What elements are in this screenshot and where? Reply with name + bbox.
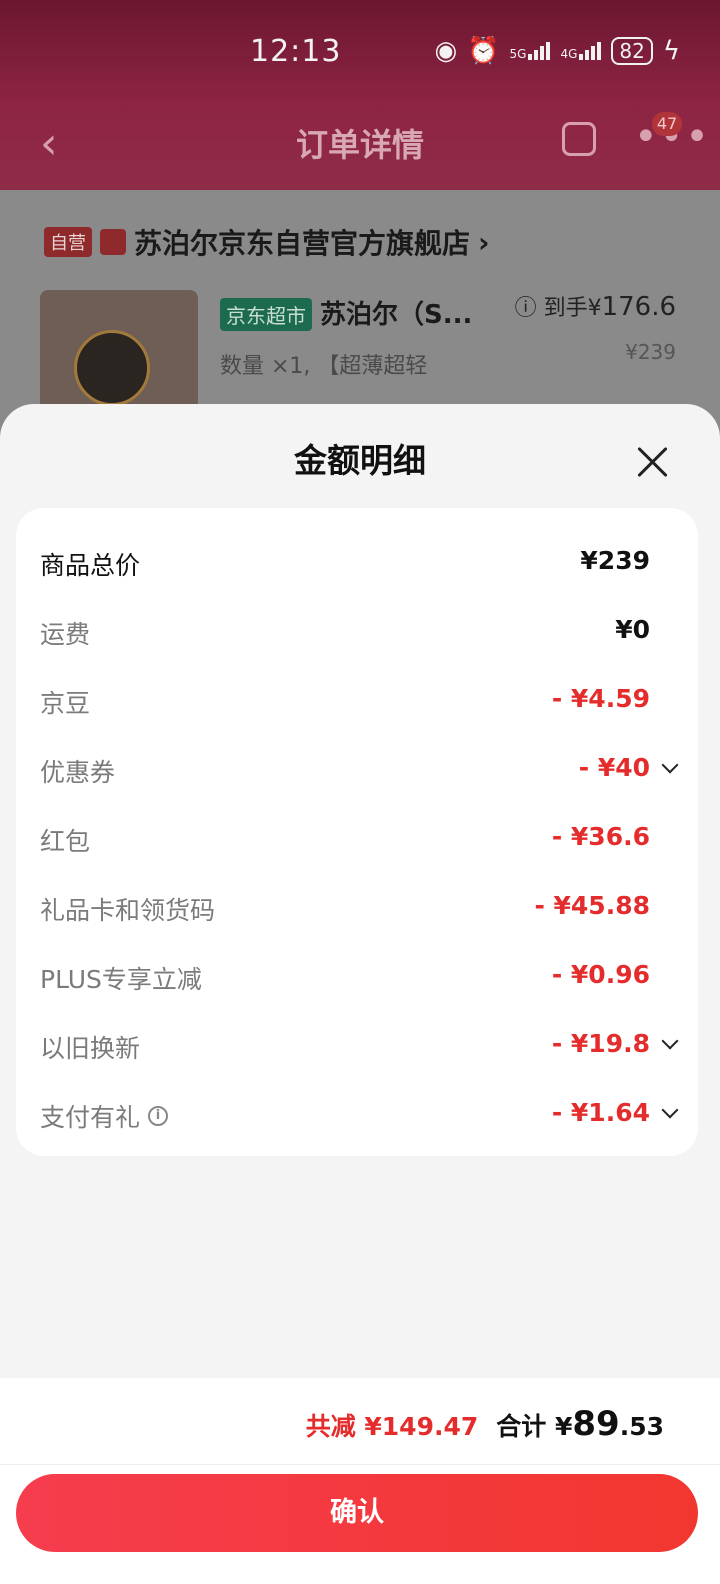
- product-final-price: ⓘ 到手¥176.6: [515, 290, 676, 322]
- store-name: 苏泊尔京东自营官方旗舰店: [134, 227, 471, 260]
- row-jd-beans: 京豆 - ¥4.59: [16, 676, 698, 726]
- row-label: 红包: [40, 827, 91, 856]
- store-icon: [100, 229, 126, 255]
- confirm-button[interactable]: 确认: [16, 1474, 698, 1552]
- store-line[interactable]: 自营 苏泊尔京东自营官方旗舰店 ›: [44, 222, 490, 262]
- row-label: PLUS专享立减: [40, 965, 202, 994]
- total-decimal: .53: [619, 1412, 664, 1441]
- price-value: 176.6: [601, 292, 676, 322]
- nav-bar: ‹ 订单详情 ••• 47: [0, 100, 720, 190]
- chevron-down-icon[interactable]: [661, 1101, 679, 1119]
- divider: [0, 1464, 720, 1465]
- footer-bar: 共减 ¥149.47 合计 ¥89.53 确认: [0, 1378, 720, 1584]
- self-operated-tag: 自营: [44, 227, 92, 257]
- sheet-title: 金额明细: [294, 441, 426, 480]
- product-original-price: ¥239: [625, 340, 676, 364]
- row-value: ¥0: [615, 615, 650, 644]
- row-gift-card: 礼品卡和领货码 - ¥45.88: [16, 883, 698, 933]
- total-label: 合计 ¥: [496, 1412, 573, 1441]
- row-plus-discount: PLUS专享立减 - ¥0.96: [16, 952, 698, 1002]
- product-name[interactable]: 苏泊尔（S...: [320, 294, 472, 331]
- row-label: 以旧换新: [40, 1034, 141, 1063]
- status-time: 12:13: [250, 34, 342, 69]
- status-icons: ◉ ⏰ 5G 4G 82 ϟ: [434, 36, 680, 66]
- charging-icon: ϟ: [662, 36, 680, 66]
- row-label: 支付有礼: [40, 1103, 141, 1132]
- chevron-down-icon[interactable]: [661, 756, 679, 774]
- page-title: 订单详情: [295, 126, 424, 164]
- alarm-icon: ⏰: [467, 36, 500, 66]
- chevron-right-icon: ›: [478, 225, 490, 259]
- row-label: 商品总价: [40, 551, 141, 580]
- row-coupon[interactable]: 优惠券 - ¥40: [16, 745, 698, 795]
- signal-5g-icon: 5G: [510, 42, 551, 60]
- row-label: 运费: [40, 620, 91, 649]
- eye-icon: ◉: [434, 36, 458, 66]
- message-badge: 47: [652, 112, 682, 136]
- amount-detail-card: 商品总价 ¥239 运费 ¥0 京豆 - ¥4.59 优惠券 - ¥40 红包 …: [16, 508, 698, 1156]
- share-icon[interactable]: [562, 122, 596, 156]
- row-value: - ¥19.8: [551, 1029, 650, 1058]
- battery-icon: 82: [611, 37, 653, 65]
- row-value: - ¥0.96: [551, 960, 650, 989]
- total-amount: 合计 ¥89.53: [496, 1404, 664, 1444]
- info-icon[interactable]: ⓘ: [515, 296, 544, 321]
- network-4g-label: 4G: [560, 47, 578, 61]
- row-value: - ¥45.88: [534, 891, 650, 920]
- channel-tag: 京东超市: [220, 298, 312, 331]
- row-value: - ¥4.59: [551, 684, 650, 713]
- row-value: ¥239: [580, 546, 650, 575]
- chevron-down-icon[interactable]: [661, 1032, 679, 1050]
- row-goods-total: 商品总价 ¥239: [16, 538, 698, 588]
- row-label: 优惠券: [40, 758, 116, 787]
- status-bar: 12:13 ◉ ⏰ 5G 4G 82 ϟ: [0, 0, 720, 100]
- row-label: 京豆: [40, 689, 91, 718]
- info-icon[interactable]: i: [148, 1106, 169, 1126]
- row-trade-in[interactable]: 以旧换新 - ¥19.8: [16, 1021, 698, 1071]
- network-5g-label: 5G: [509, 47, 527, 61]
- totals: 共减 ¥149.47 合计 ¥89.53: [306, 1404, 664, 1444]
- signal-4g-icon: 4G: [560, 42, 602, 61]
- row-payment-gift[interactable]: 支付有礼 i - ¥1.64: [16, 1090, 698, 1140]
- close-icon[interactable]: [634, 444, 670, 480]
- row-shipping: 运费 ¥0: [16, 607, 698, 657]
- row-label-wrap: 支付有礼 i: [40, 1098, 169, 1134]
- row-red-packet: 红包 - ¥36.6: [16, 814, 698, 864]
- product-quantity-spec: 数量 ×1, 【超薄超轻: [220, 354, 428, 379]
- price-label: 到手¥: [543, 296, 602, 321]
- total-saved: 共减 ¥149.47: [305, 1412, 479, 1441]
- row-value: - ¥36.6: [551, 822, 650, 851]
- row-value: - ¥40: [578, 753, 650, 782]
- row-label: 礼品卡和领货码: [40, 896, 216, 925]
- total-integer: 89: [572, 1404, 620, 1444]
- row-value: - ¥1.64: [551, 1098, 650, 1127]
